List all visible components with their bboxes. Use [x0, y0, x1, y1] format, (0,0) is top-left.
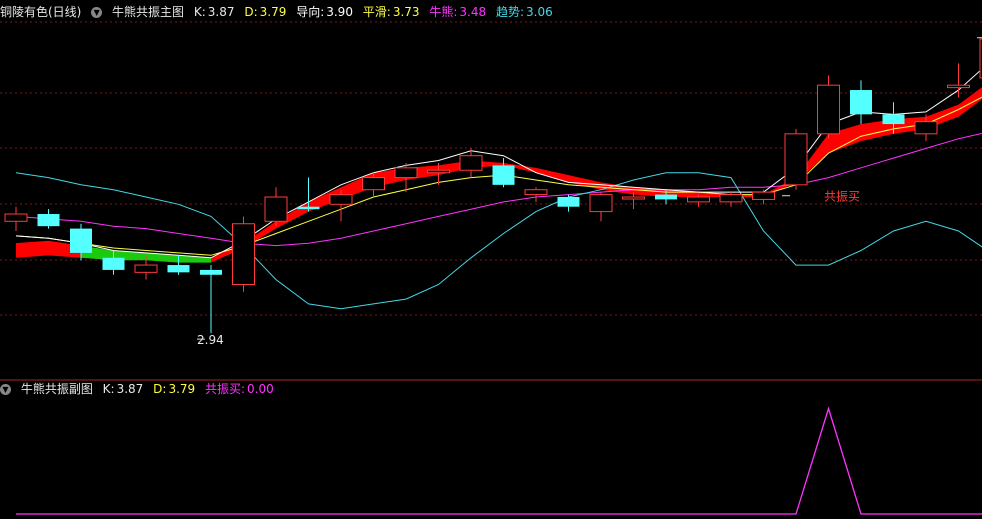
sub-indicator-name[interactable]: 牛熊共振副图	[21, 382, 93, 396]
candle-body	[914, 121, 938, 135]
candle-body	[687, 196, 710, 203]
candle-body	[557, 197, 580, 207]
candles-layer	[4, 38, 982, 334]
candle-body	[200, 269, 222, 275]
d-label: D:	[244, 5, 258, 19]
candle-body	[850, 90, 872, 115]
trend-value: 3.06	[526, 5, 553, 19]
guide-value: 3.90	[326, 5, 353, 19]
chart-canvas: 2.94共振买4	[0, 21, 982, 515]
sub-d-value: 3.79	[168, 382, 196, 396]
signal-value: 0.00	[247, 382, 274, 396]
ribbon-segment	[16, 240, 49, 258]
candle-body	[524, 189, 548, 196]
smooth-label: 平滑:	[362, 5, 391, 19]
smooth-value: 3.73	[392, 5, 420, 19]
candle-body	[297, 206, 320, 210]
bullbear-label: 牛熊:	[429, 5, 458, 19]
candle-body	[492, 165, 515, 185]
stock-label[interactable]: 铜陵有色(日线)	[0, 5, 81, 19]
annotation-label: 2.94	[197, 333, 224, 347]
trend-label: 趋势:	[495, 5, 525, 19]
chevron-down-icon[interactable]: ▼	[91, 7, 103, 18]
candle-body	[655, 194, 677, 200]
candle-body	[947, 84, 970, 89]
annotations-layer: 2.94共振买4	[197, 37, 982, 347]
candle-body	[167, 265, 190, 273]
candle-body	[329, 194, 353, 205]
candle-body	[427, 169, 450, 174]
candle-body	[459, 155, 483, 171]
sub-k-value: 3.87	[116, 382, 144, 396]
guide-label: 导向:	[296, 5, 325, 19]
main-header: 铜陵有色(日线) ▼ 牛熊共振主图 K: 3.87 D: 3.79 导向: 3.90 …	[0, 3, 559, 21]
signal-label: 共振买:	[204, 382, 246, 396]
k-label: K:	[193, 5, 206, 19]
candle-body	[622, 196, 645, 200]
bullbear-value: 3.48	[459, 5, 487, 19]
candle-body	[264, 196, 288, 222]
chevron-down-icon[interactable]: ▼	[0, 384, 11, 395]
candle-body	[882, 114, 905, 125]
k-value: 3.87	[207, 5, 235, 19]
sub-k-label: K:	[102, 382, 115, 396]
main-indicator-name[interactable]: 牛熊共振主图	[112, 5, 184, 19]
candle-body	[232, 223, 255, 286]
candle-body	[134, 264, 158, 273]
annotation-label: 共振买	[824, 190, 860, 204]
candle-body	[589, 194, 613, 213]
candle-body	[752, 191, 775, 200]
d-value: 3.79	[259, 5, 287, 19]
resonance-buy-line	[16, 406, 982, 515]
candle-body	[102, 257, 125, 270]
candle-body	[70, 228, 92, 253]
candle-body	[817, 84, 840, 135]
candle-body	[37, 214, 60, 227]
candle-body	[719, 194, 743, 203]
candle-body	[4, 213, 28, 222]
sub-header: ▼ 牛熊共振副图 K: 3.87 D: 3.79 共振买: 0.00	[0, 380, 280, 398]
candle-body	[394, 167, 418, 179]
candle-body	[362, 177, 385, 191]
sub-d-label: D:	[153, 382, 167, 396]
sub-chart-layer	[16, 406, 982, 515]
candle-body	[784, 133, 808, 186]
